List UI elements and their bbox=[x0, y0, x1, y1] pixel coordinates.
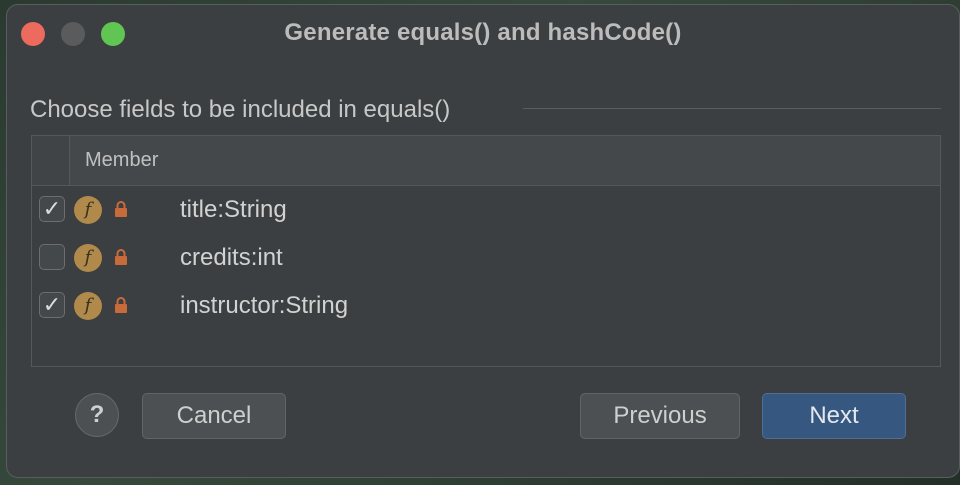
dialog-title: Generate equals() and hashCode() bbox=[284, 19, 682, 46]
row-checkbox[interactable]: ✓ bbox=[39, 196, 65, 222]
section-divider bbox=[523, 108, 941, 109]
table-row[interactable]: f credits:int bbox=[32, 234, 940, 282]
field-icon: f bbox=[74, 292, 102, 320]
field-name: credits:int bbox=[180, 244, 283, 271]
lock-icon bbox=[115, 249, 127, 265]
table-row[interactable]: ✓ f instructor:String bbox=[32, 282, 940, 330]
field-name: title:String bbox=[180, 196, 287, 223]
generate-equals-hashcode-dialog: Generate equals() and hashCode() Choose … bbox=[6, 4, 960, 478]
title-bar[interactable]: Generate equals() and hashCode() bbox=[7, 5, 959, 61]
row-checkbox[interactable]: ✓ bbox=[39, 292, 65, 318]
lock-icon bbox=[115, 297, 127, 313]
checkbox-column-header bbox=[32, 136, 70, 185]
table-header: Member bbox=[32, 136, 940, 186]
cancel-button[interactable]: Cancel bbox=[142, 393, 286, 439]
lock-icon bbox=[115, 201, 127, 217]
members-table: Member ✓ f title:String f credits:int ✓ … bbox=[31, 135, 941, 367]
previous-button[interactable]: Previous bbox=[580, 393, 740, 439]
table-row[interactable]: ✓ f title:String bbox=[32, 186, 940, 234]
row-checkbox[interactable] bbox=[39, 244, 65, 270]
member-column-header[interactable]: Member bbox=[85, 149, 158, 172]
next-button[interactable]: Next bbox=[762, 393, 906, 439]
field-icon: f bbox=[74, 244, 102, 272]
field-icon: f bbox=[74, 196, 102, 224]
section-label: Choose fields to be included in equals() bbox=[30, 96, 451, 123]
help-button[interactable]: ? bbox=[75, 393, 119, 437]
field-name: instructor:String bbox=[180, 292, 349, 319]
